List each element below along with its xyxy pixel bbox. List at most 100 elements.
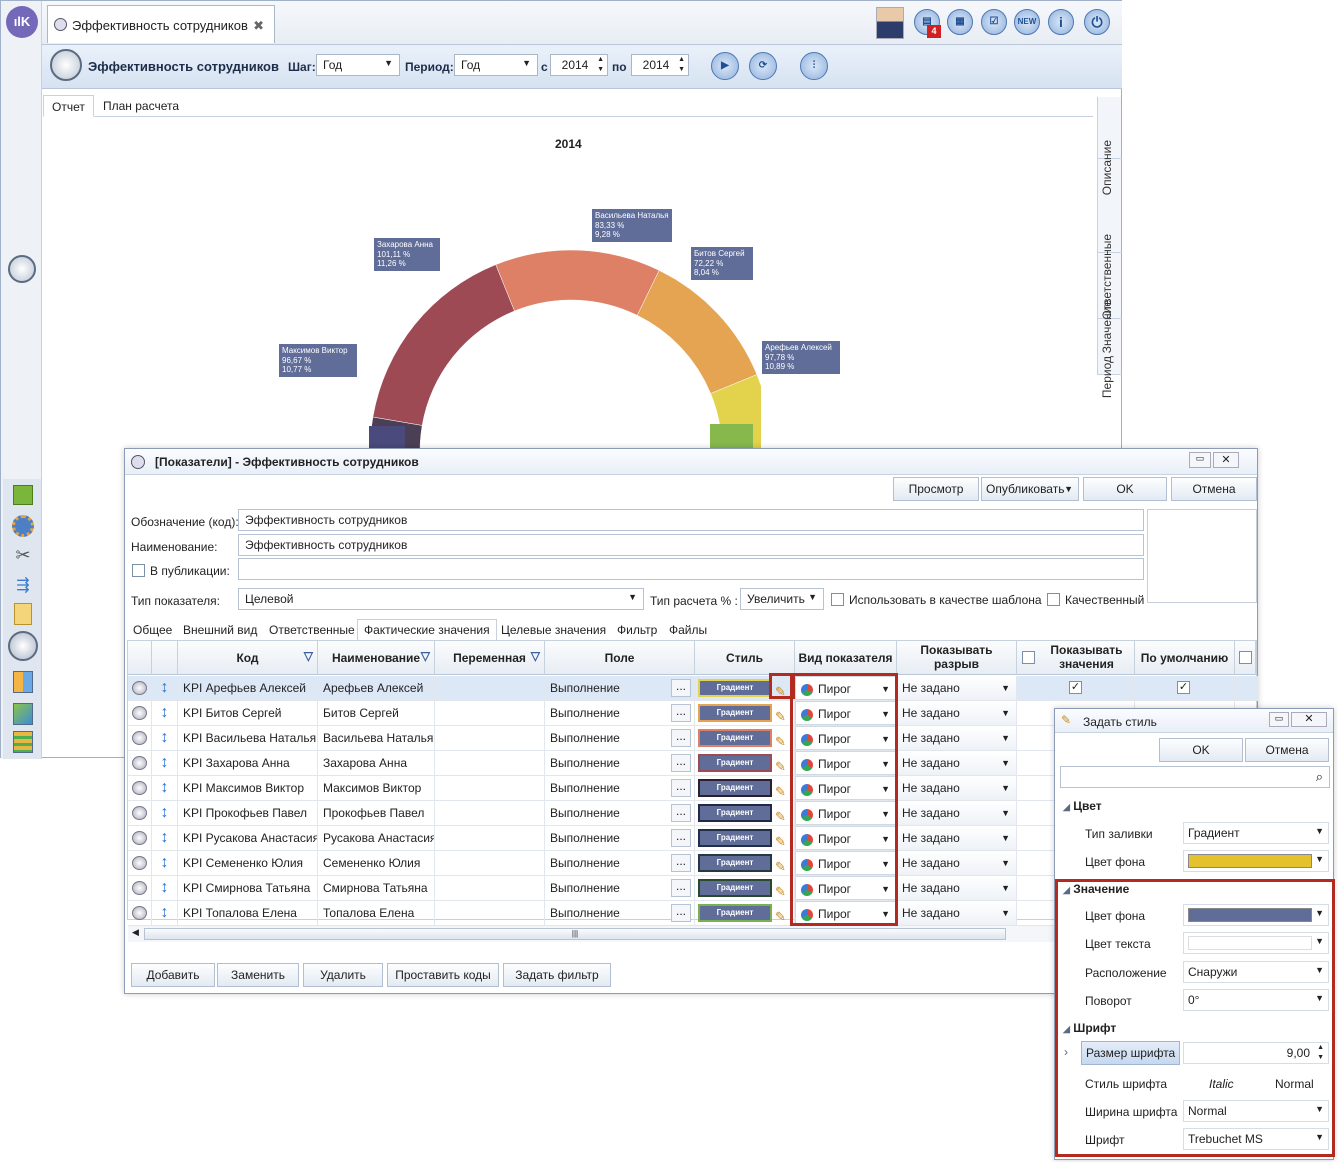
delete-row-icon[interactable]	[132, 781, 147, 795]
move-arrows-icon[interactable]: ↕	[161, 829, 169, 846]
tools-icon[interactable]: ✂	[12, 545, 34, 567]
style-swatch[interactable]: Градиент	[698, 879, 772, 897]
image-box[interactable]	[1147, 509, 1257, 603]
field-cell[interactable]: Выполнение...	[545, 676, 695, 700]
style-swatch[interactable]: Градиент	[698, 704, 772, 722]
type-select[interactable]: Целевой ▼	[238, 588, 644, 610]
section-color[interactable]: ◢ Цвет	[1063, 799, 1102, 813]
style-swatch[interactable]: Градиент	[698, 729, 772, 747]
prop-bg-color[interactable]: Цвет фона ▼	[1079, 847, 1331, 875]
period-select[interactable]: Год ▼	[454, 54, 538, 76]
move-cell[interactable]: ↕	[152, 776, 178, 800]
info-icon[interactable]: i	[1048, 9, 1074, 35]
section-font[interactable]: ◢ Шрифт	[1063, 1021, 1116, 1035]
text-color-select[interactable]: ▼	[1183, 932, 1329, 954]
style-cell[interactable]: Градиент ✎	[695, 776, 795, 800]
checklist-button[interactable]: ☑	[981, 9, 1007, 35]
row-icon-cell[interactable]	[128, 726, 152, 750]
collapse-icon[interactable]: ◢	[1063, 1024, 1070, 1034]
close-dialog-icon[interactable]: ✕	[1213, 452, 1239, 468]
prop-position[interactable]: Расположение Снаружи ▼	[1079, 958, 1331, 986]
name-cell[interactable]: Арефьев Алексей	[318, 676, 435, 700]
code-cell[interactable]: KPI Русакова Анастасия	[178, 826, 318, 850]
value-bg-select[interactable]: ▼	[1183, 904, 1329, 926]
move-cell[interactable]: ↕	[152, 901, 178, 925]
style-swatch[interactable]: Градиент	[698, 829, 772, 847]
name-cell[interactable]: Семененко Юлия	[318, 851, 435, 875]
name-cell[interactable]: Прокофьев Павел	[318, 801, 435, 825]
variable-cell[interactable]	[435, 676, 545, 700]
from-year-input[interactable]: 2014 ▲ ▼	[550, 54, 608, 76]
move-cell[interactable]: ↕	[152, 851, 178, 875]
style-cancel-button[interactable]: Отмена	[1245, 738, 1329, 762]
gap-cell[interactable]: Не задано ▼	[897, 901, 1017, 925]
move-cell[interactable]: ↕	[152, 676, 178, 700]
style-swatch[interactable]: Градиент	[698, 904, 772, 922]
col-name[interactable]: Наименование ▽	[318, 641, 435, 675]
style-cell[interactable]: Градиент ✎	[695, 726, 795, 750]
gap-cell[interactable]: Не задано ▼	[897, 776, 1017, 800]
rotation-select[interactable]: 0° ▼	[1183, 989, 1329, 1011]
cancel-button[interactable]: Отмена	[1171, 477, 1257, 501]
row-icon-cell[interactable]	[128, 701, 152, 725]
col-gap[interactable]: Показывать разрыв	[897, 641, 1017, 675]
style-cell[interactable]: Градиент ✎	[695, 751, 795, 775]
field-cell[interactable]: Выполнение...	[545, 701, 695, 725]
prop-font-size[interactable]: Размер шрифта 9,00 ▲ ▼	[1079, 1039, 1331, 1067]
row-icon-cell[interactable]	[128, 751, 152, 775]
name-cell[interactable]: Топалова Елена	[318, 901, 435, 925]
row-icon-cell[interactable]	[128, 851, 152, 875]
col-code[interactable]: Код ▽	[178, 641, 318, 675]
name-cell[interactable]: Русакова Анастасия	[318, 826, 435, 850]
field-cell[interactable]: Выполнение...	[545, 776, 695, 800]
row-icon-cell[interactable]	[128, 826, 152, 850]
step-select[interactable]: Год ▼	[316, 54, 400, 76]
show-values-cell[interactable]	[1017, 676, 1135, 700]
style-swatch[interactable]: Градиент	[698, 679, 772, 697]
side-tab-responsible[interactable]: Ответственные	[1098, 159, 1122, 320]
style-swatch[interactable]: Градиент	[698, 804, 772, 822]
set-codes-button[interactable]: Проставить коды	[387, 963, 499, 987]
prop-fill-type[interactable]: Тип заливки Градиент ▼	[1079, 819, 1331, 847]
move-arrows-icon[interactable]: ↕	[161, 704, 169, 721]
property-search-input[interactable]: ⌕	[1060, 766, 1330, 788]
code-cell[interactable]: KPI Максимов Виктор	[178, 776, 318, 800]
replace-button[interactable]: Заменить	[217, 963, 299, 987]
style-cell[interactable]: Градиент ✎	[695, 901, 795, 925]
delete-row-icon[interactable]	[132, 831, 147, 845]
gap-cell[interactable]: Не задано ▼	[897, 851, 1017, 875]
row-icon-cell[interactable]	[128, 776, 152, 800]
tab-document[interactable]: Эффективность сотрудников ✖	[47, 5, 275, 43]
italic-option[interactable]: Italic	[1209, 1077, 1234, 1091]
name-cell[interactable]: Захарова Анна	[318, 751, 435, 775]
field-cell[interactable]: Выполнение...	[545, 751, 695, 775]
gap-cell[interactable]: Не задано ▼	[897, 726, 1017, 750]
code-cell[interactable]: KPI Топалова Елена	[178, 901, 318, 925]
col-default[interactable]: По умолчанию	[1135, 641, 1235, 675]
move-cell[interactable]: ↕	[152, 726, 178, 750]
variable-cell[interactable]	[435, 851, 545, 875]
restore-icon[interactable]: ▭	[1269, 712, 1289, 727]
gap-cell[interactable]: Не задано ▼	[897, 826, 1017, 850]
code-cell[interactable]: KPI Захарова Анна	[178, 751, 318, 775]
cube-icon[interactable]	[13, 485, 33, 505]
delete-row-icon[interactable]	[132, 806, 147, 820]
code-cell[interactable]: KPI Битов Сергей	[178, 701, 318, 725]
table-view-icon[interactable]	[13, 671, 33, 693]
edit-style-icon[interactable]: ✎	[775, 780, 786, 800]
edit-style-icon[interactable]: ✎	[775, 880, 786, 900]
code-cell[interactable]: KPI Прокофьев Павел	[178, 801, 318, 825]
gap-cell[interactable]: Не задано ▼	[897, 876, 1017, 900]
variable-cell[interactable]	[435, 776, 545, 800]
style-cell[interactable]: Градиент ✎	[695, 701, 795, 725]
side-tab-period[interactable]: Период	[1098, 319, 1122, 398]
gap-cell[interactable]: Не задано ▼	[897, 676, 1017, 700]
move-cell[interactable]: ↕	[152, 876, 178, 900]
filter-icon[interactable]: ▽	[304, 649, 313, 663]
restore-icon[interactable]: ▭	[1189, 452, 1211, 468]
gauge-icon[interactable]	[8, 631, 38, 661]
style-ok-button[interactable]: OK	[1159, 738, 1243, 762]
col-style[interactable]: Стиль	[695, 641, 795, 675]
variable-cell[interactable]	[435, 826, 545, 850]
browse-button[interactable]: ...	[671, 729, 691, 747]
